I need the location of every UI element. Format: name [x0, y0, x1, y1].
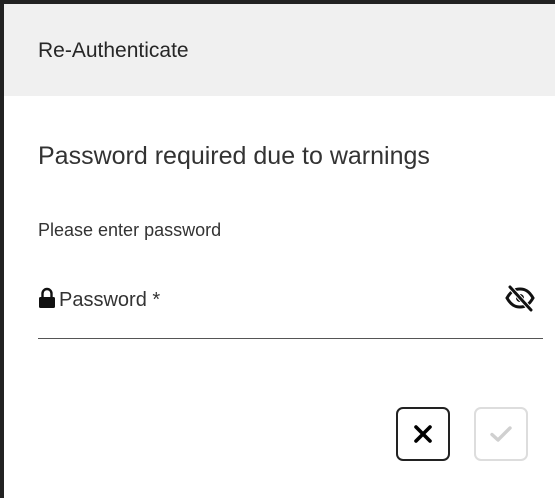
password-field [38, 276, 543, 339]
eye-slash-icon[interactable] [505, 284, 535, 313]
cancel-button[interactable] [396, 407, 450, 461]
close-icon [414, 425, 432, 443]
checkmark-icon [490, 426, 512, 442]
dialog-header: Re-Authenticate [4, 4, 555, 96]
reauth-dialog: Re-Authenticate Password required due to… [0, 0, 555, 498]
confirm-button[interactable] [474, 407, 528, 461]
password-prompt: Please enter password [38, 220, 222, 240]
password-input[interactable] [59, 286, 489, 314]
dialog-title: Re-Authenticate [38, 39, 189, 62]
lock-icon [38, 287, 56, 309]
warning-message: Password required due to warnings [38, 142, 430, 170]
